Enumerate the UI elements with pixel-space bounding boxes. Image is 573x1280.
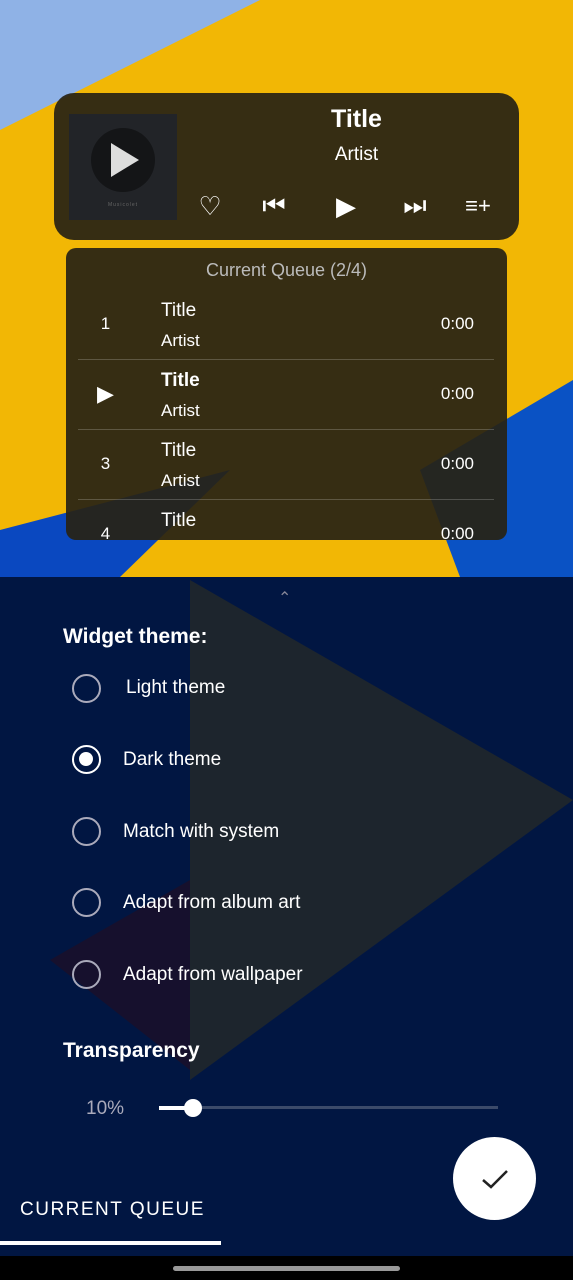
radio-label[interactable]: Match with system (123, 821, 279, 843)
queue-index: 4 (100, 524, 111, 540)
now-playing-icon: ▶ (97, 381, 114, 406)
queue-artist: Artist (161, 401, 200, 420)
home-gesture-handle[interactable] (173, 1266, 400, 1271)
queue-panel: Current Queue (2/4) 1 Title Artist 0:00 … (66, 248, 507, 540)
radio-label[interactable]: Dark theme (123, 749, 221, 771)
queue-index: 3 (100, 454, 111, 473)
theme-heading: Widget theme: (63, 625, 208, 648)
playlist-add-icon[interactable]: ≡+ (458, 191, 498, 221)
radio-label[interactable]: Light theme (126, 677, 225, 699)
queue-title: Title (161, 300, 197, 321)
queue-index: 1 (100, 314, 111, 333)
radio-label[interactable]: Adapt from wallpaper (123, 964, 303, 986)
radio-album-art[interactable] (72, 888, 101, 917)
skip-previous-icon[interactable]: ⏮ (254, 190, 294, 221)
tab-current-queue[interactable]: CURRENT QUEUE (20, 1199, 205, 1221)
queue-row-playing[interactable]: ▶ Title Artist 0:00 (78, 360, 494, 430)
music-widget-preview: Musicolet Title Artist ♡ ⏮ ▶ ⏭ ≡+ (54, 93, 519, 240)
radio-match-system[interactable] (72, 817, 101, 846)
transparency-heading: Transparency (63, 1039, 200, 1062)
app-logo-icon (111, 143, 139, 177)
queue-duration: 0:00 (440, 454, 474, 473)
transparency-slider-track[interactable] (159, 1106, 498, 1109)
queue-duration: 0:00 (440, 384, 474, 403)
album-art-label: Musicolet (107, 202, 139, 208)
heart-icon[interactable]: ♡ (190, 191, 230, 221)
tab-indicator (0, 1241, 221, 1245)
queue-row[interactable]: 1 Title Artist 0:00 (78, 290, 494, 360)
chevron-up-icon[interactable]: ⌃ (278, 588, 291, 608)
queue-artist: Artist (161, 471, 200, 490)
confirm-button[interactable] (453, 1137, 536, 1220)
queue-duration: 0:00 (440, 524, 474, 540)
queue-title: Title (161, 510, 197, 531)
radio-dark-theme[interactable] (72, 745, 101, 774)
radio-light-theme[interactable] (72, 674, 101, 703)
track-title: Title (331, 105, 382, 133)
album-art: Musicolet (69, 114, 177, 220)
radio-wallpaper[interactable] (72, 960, 101, 989)
queue-row[interactable]: 4 Title 0:00 (78, 500, 494, 540)
transparency-slider-thumb[interactable] (183, 1099, 202, 1117)
queue-title: Title (161, 370, 200, 391)
radio-label[interactable]: Adapt from album art (123, 892, 300, 914)
queue-duration: 0:00 (440, 314, 474, 333)
play-icon[interactable]: ▶ (326, 191, 366, 221)
track-artist: Artist (334, 144, 379, 165)
queue-title: Title (161, 440, 197, 461)
queue-header: Current Queue (2/4) (205, 260, 368, 280)
queue-artist: Artist (161, 331, 200, 350)
queue-row[interactable]: 3 Title Artist 0:00 (78, 430, 494, 500)
skip-next-icon[interactable]: ⏭ (395, 190, 435, 221)
check-icon (481, 1169, 508, 1189)
transparency-value: 10% (86, 1098, 125, 1119)
